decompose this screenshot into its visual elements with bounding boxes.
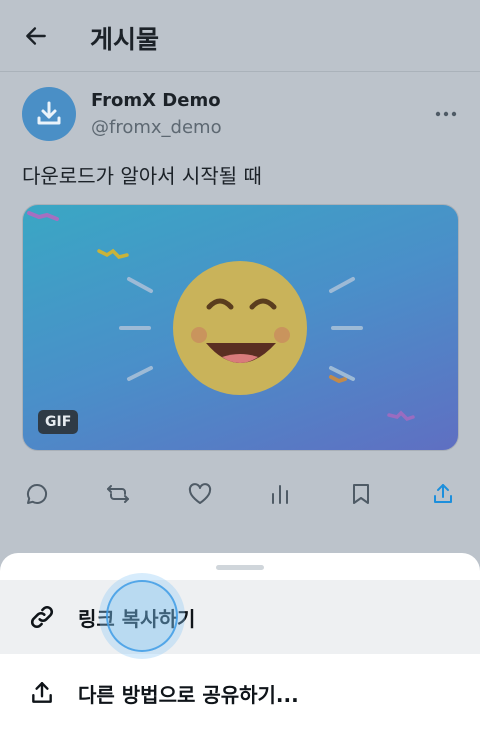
like-button[interactable] — [180, 474, 220, 514]
more-options-button[interactable] — [428, 100, 464, 128]
gif-badge: GIF — [38, 410, 79, 434]
download-tray-icon — [37, 101, 61, 125]
link-icon — [28, 603, 56, 631]
share-button[interactable] — [423, 474, 463, 514]
arrow-left-icon — [26, 27, 46, 45]
share-bottom-sheet: 링크 복사하기 다른 방법으로 공유하기... — [0, 553, 480, 755]
share-other-label: 다른 방법으로 공유하기... — [78, 682, 299, 707]
copy-link-label: 링크 복사하기 — [78, 606, 196, 631]
top-bar: 게시물 — [0, 0, 480, 72]
author-display-name[interactable]: FromX Demo — [91, 90, 221, 111]
bookmark-icon — [353, 484, 369, 504]
heart-icon — [188, 483, 212, 504]
share-out-icon — [28, 679, 56, 707]
repost-button[interactable] — [98, 474, 138, 514]
page-title: 게시물 — [90, 25, 160, 54]
reply-button[interactable] — [17, 474, 57, 514]
reply-bubble-icon — [27, 483, 48, 504]
back-button[interactable] — [18, 18, 54, 54]
repost-icon — [107, 485, 129, 503]
author-handle[interactable]: @fromx_demo — [91, 117, 222, 138]
share-icon — [434, 484, 452, 503]
copy-link-item[interactable]: 링크 복사하기 — [0, 580, 480, 654]
post-action-bar — [0, 474, 480, 514]
post-text: 다운로드가 알아서 시작될 때 — [22, 164, 262, 188]
bookmark-button[interactable] — [341, 474, 381, 514]
more-horizontal-icon — [435, 111, 457, 117]
share-other-item[interactable]: 다른 방법으로 공유하기... — [0, 656, 480, 730]
avatar[interactable] — [22, 87, 76, 141]
sheet-grabber[interactable] — [216, 565, 264, 570]
smiling-emoji — [27, 211, 415, 422]
views-button[interactable] — [260, 474, 300, 514]
post-media-gif[interactable]: GIF — [22, 204, 459, 451]
bar-chart-icon — [272, 485, 288, 504]
